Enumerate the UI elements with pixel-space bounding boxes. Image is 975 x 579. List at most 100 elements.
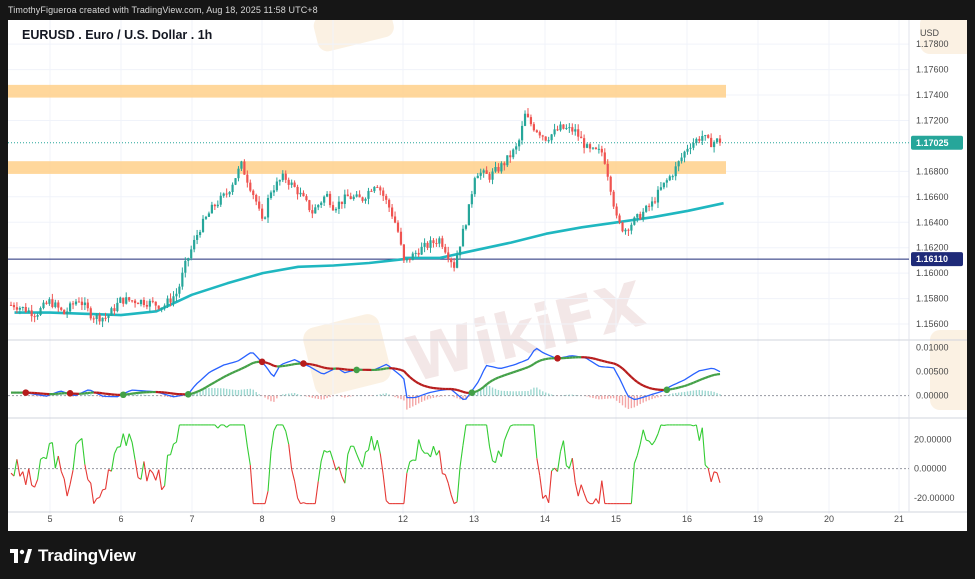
candle-body xyxy=(639,214,642,220)
time-tick-label: 6 xyxy=(118,514,123,524)
candle-body xyxy=(204,216,208,219)
oscillator-segment xyxy=(633,455,638,464)
candle-body xyxy=(609,176,612,192)
candle-body xyxy=(402,244,406,261)
candle-body xyxy=(240,161,243,169)
signal-line-segment xyxy=(610,361,614,365)
candle-body xyxy=(485,170,488,174)
signal-line-segment xyxy=(264,361,269,365)
signal-line-segment xyxy=(456,388,461,392)
candle-body xyxy=(266,197,270,218)
candle-body xyxy=(252,190,255,196)
crossover-dot xyxy=(663,386,671,394)
candle-body xyxy=(541,135,544,137)
oscillator-segment xyxy=(300,502,304,505)
signal-line-segment xyxy=(509,371,514,375)
candle-body xyxy=(476,175,479,179)
signal-line-segment xyxy=(315,364,319,368)
candle-body xyxy=(594,147,598,149)
candle-body xyxy=(54,302,57,307)
oscillator-segment xyxy=(574,482,579,497)
candle-body xyxy=(464,225,468,229)
signal-line-segment xyxy=(235,369,239,373)
candle-body xyxy=(128,297,131,301)
resistance-zones xyxy=(8,84,726,174)
oscillator-segment xyxy=(642,429,647,441)
candle-body xyxy=(337,201,341,209)
chart-canvas[interactable]: WikiFX USD1.17800 1.17600 1.17400 1.17200 1.… xyxy=(8,20,967,531)
tradingview-brand[interactable]: TradingView xyxy=(10,545,136,567)
signal-line-segment xyxy=(533,361,538,365)
oscillator-segment xyxy=(75,440,80,445)
time-tick-label: 5 xyxy=(47,514,52,524)
oscillator-segment xyxy=(294,481,299,499)
price-axis[interactable]: USD1.17800 1.17600 1.17400 1.17200 1.16800 1.… xyxy=(911,28,963,503)
oscillator-segment xyxy=(592,498,597,504)
oscillator-segment xyxy=(152,472,157,481)
candle-body xyxy=(201,218,205,232)
signal-line-segment xyxy=(291,362,295,366)
signal-line-segment xyxy=(621,367,627,372)
oscillator-segment xyxy=(716,472,721,483)
symbol-title[interactable]: EURUSD . Euro / U.S. Dollar . 1h xyxy=(22,28,212,42)
signal-line-segment xyxy=(477,388,482,392)
candle-body xyxy=(287,179,290,185)
candle-body xyxy=(39,308,42,316)
signal-line-segment xyxy=(639,383,644,387)
signal-line-segment xyxy=(394,367,399,371)
candle-body xyxy=(355,194,358,197)
chart-area[interactable]: WikiFX USD 1.17800 1.17600 1.17400 1.17200 1.… xyxy=(8,20,967,531)
signal-line-segment xyxy=(406,373,411,378)
candle-body xyxy=(441,238,444,247)
oscillator-segment xyxy=(72,444,77,471)
candle-body xyxy=(624,229,627,232)
candle-body xyxy=(423,242,426,247)
signal-line-segment xyxy=(530,363,535,367)
oscillator-segment xyxy=(164,455,169,486)
candle-body xyxy=(110,308,113,316)
candle-body xyxy=(175,293,178,297)
candle-body xyxy=(89,308,92,319)
candle-body xyxy=(662,182,665,188)
candle-body xyxy=(591,147,595,149)
candle-body xyxy=(145,305,148,307)
signal-line-segment xyxy=(320,365,325,369)
signal-line-segment xyxy=(403,370,408,375)
oscillator-segment xyxy=(303,502,307,505)
signal-line-segment xyxy=(492,377,496,382)
candle-body xyxy=(388,199,391,208)
signal-line-segment xyxy=(690,381,694,385)
candle-body xyxy=(184,260,187,273)
oscillator-segment xyxy=(169,443,175,455)
candle-body xyxy=(361,197,364,201)
crossover-dot xyxy=(258,358,266,366)
oscillator-segment xyxy=(359,460,364,468)
oscillator-segment xyxy=(16,459,21,477)
signal-line-segment xyxy=(669,387,673,391)
oscillator-segment xyxy=(382,474,387,501)
candle-body xyxy=(278,180,281,182)
time-axis[interactable]: 5 6 7 8 9 12 13 14 15 16 19 20 21 xyxy=(47,514,904,524)
candle-body xyxy=(86,302,89,309)
candle-body xyxy=(148,300,151,307)
time-tick-label: 9 xyxy=(330,514,335,524)
current-price-label: 1.17025 xyxy=(916,138,949,148)
crossover-dot xyxy=(300,360,307,367)
signal-line-segment xyxy=(616,363,621,368)
candle-body xyxy=(509,155,512,158)
candle-body xyxy=(461,228,465,247)
candle-body xyxy=(68,303,72,312)
candle-body xyxy=(293,182,296,187)
candle-body xyxy=(710,137,713,148)
signal-line-segment xyxy=(710,373,715,377)
candle-body xyxy=(243,161,246,175)
signal-line-segment xyxy=(400,368,405,373)
oscillator-segment xyxy=(140,461,145,480)
candle-body xyxy=(255,195,258,202)
candle-body xyxy=(618,215,621,223)
candle-body xyxy=(125,297,128,304)
oscillator-segment xyxy=(63,478,68,497)
candle-body xyxy=(633,217,636,225)
oscillator-segment xyxy=(37,459,42,480)
signal-line-segment xyxy=(495,376,499,380)
